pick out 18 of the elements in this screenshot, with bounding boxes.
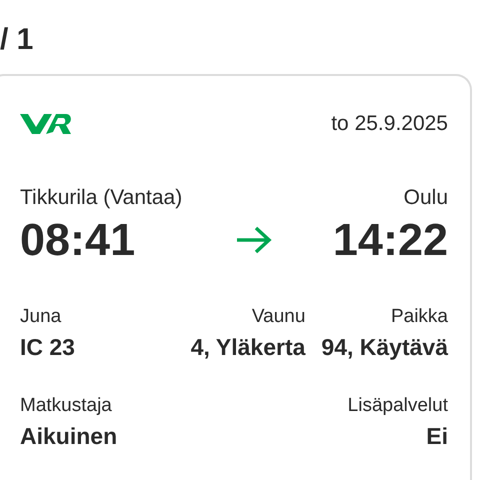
origin-station: Tikkurila (Vantaa) — [20, 186, 182, 210]
field-label: Lisäpalvelut — [348, 395, 448, 417]
field-value: 4, Yläkerta — [190, 334, 306, 361]
field-value: IC 23 — [20, 334, 76, 361]
field-value: Aikuinen — [20, 423, 118, 450]
field-label: Paikka — [390, 306, 448, 328]
field-value: 94, Käytävä — [321, 334, 448, 361]
field-value: Ei — [425, 423, 448, 450]
field-label: Vaunu — [250, 306, 306, 328]
travel-date: to 25.9.2025 — [331, 112, 448, 136]
logo-icon — [20, 112, 72, 136]
field-label: Matkustaja — [20, 395, 113, 417]
page-counter: / 1 — [0, 22, 34, 58]
destination-station: Oulu — [404, 186, 448, 210]
arrow-right-icon — [235, 225, 273, 255]
arrival-time: 14:22 — [332, 214, 448, 266]
field-label: Juna — [20, 306, 62, 328]
departure-time: 08:41 — [20, 214, 136, 266]
